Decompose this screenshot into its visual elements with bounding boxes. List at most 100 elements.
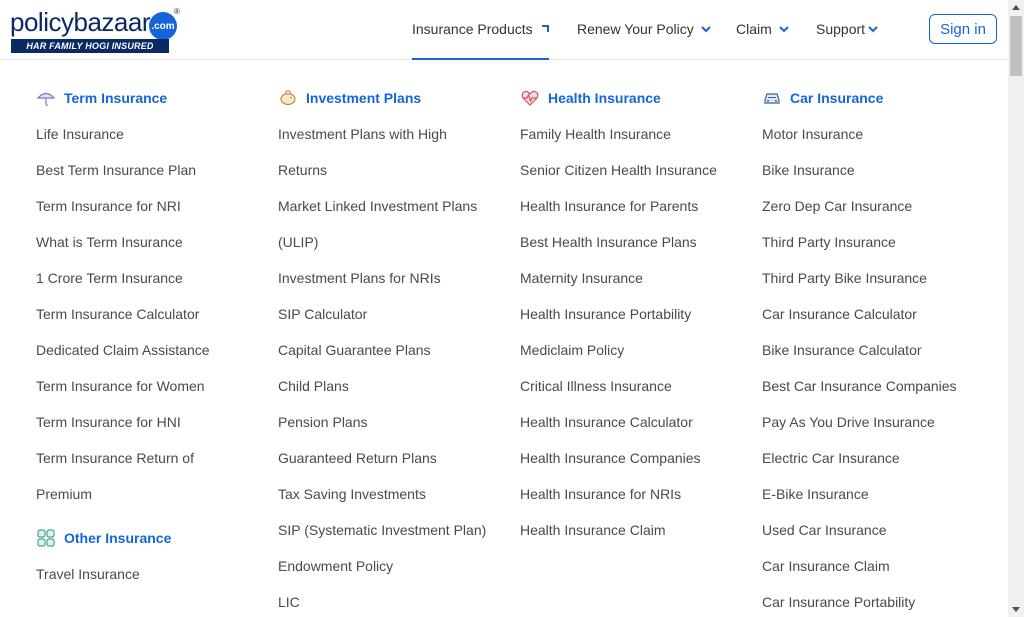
menu-link[interactable]: Best Car Insurance Companies: [762, 368, 992, 404]
car-icon: [762, 88, 782, 108]
menu-link[interactable]: Motor Insurance: [762, 116, 992, 152]
menu-link[interactable]: Mediclaim Policy: [520, 332, 750, 368]
column-heading-investment-plans[interactable]: Investment Plans: [278, 86, 508, 110]
menu-link[interactable]: Family Health Insurance: [520, 116, 750, 152]
menu-link[interactable]: Health Insurance for NRIs: [520, 476, 750, 512]
grid-icon: [36, 528, 56, 548]
column-title: Health Insurance: [548, 90, 661, 106]
menu-link[interactable]: Investment Plans for NRIs: [278, 260, 508, 296]
menu-link[interactable]: Capital Guarantee Plans: [278, 332, 508, 368]
menu-link[interactable]: Term Insurance Calculator: [36, 296, 266, 332]
logo-tagline: HAR FAMILY HOGI INSURED: [11, 39, 169, 53]
column-heading-other-insurance[interactable]: Other Insurance: [36, 526, 266, 550]
menu-link[interactable]: Car Insurance Calculator: [762, 296, 992, 332]
nav-support[interactable]: Support: [816, 18, 879, 40]
menu-link[interactable]: Market Linked Investment Plans: [278, 188, 508, 224]
nav-item-label: Insurance Products: [412, 21, 533, 37]
logo-policy-text: policy: [10, 7, 74, 37]
chevron-down-icon: [868, 26, 878, 33]
column-heading-term-insurance[interactable]: Term Insurance: [36, 86, 266, 110]
menu-link[interactable]: Bike Insurance Calculator: [762, 332, 992, 368]
menu-link[interactable]: Health Insurance Portability: [520, 296, 750, 332]
menu-link[interactable]: Term Insurance for NRI: [36, 188, 266, 224]
menu-link[interactable]: E-Bike Insurance: [762, 476, 992, 512]
menu-link[interactable]: Premium: [36, 476, 266, 512]
menu-link[interactable]: What is Term Insurance: [36, 224, 266, 260]
menu-link[interactable]: Child Plans: [278, 368, 508, 404]
column-title: Car Insurance: [790, 90, 884, 106]
column-title: Other Insurance: [64, 530, 172, 546]
menu-link[interactable]: LIC: [278, 584, 508, 617]
menu-column-term-insurance: Term Insurance Life Insurance Best Term …: [36, 86, 266, 592]
nav-renew-policy[interactable]: Renew Your Policy: [577, 18, 712, 40]
column-title: Term Insurance: [64, 90, 168, 106]
logo-registered-mark: ®: [174, 7, 180, 16]
column-title: Investment Plans: [306, 90, 422, 106]
nav-claim[interactable]: Claim: [736, 18, 790, 40]
other-insurance-links: Travel Insurance: [36, 556, 266, 592]
investment-plans-links: Investment Plans with High Returns Marke…: [278, 116, 508, 617]
menu-link[interactable]: Endowment Policy: [278, 548, 508, 584]
menu-link[interactable]: Electric Car Insurance: [762, 440, 992, 476]
column-heading-health-insurance[interactable]: Health Insurance: [520, 86, 750, 110]
menu-link[interactable]: Car Insurance Portability: [762, 584, 992, 617]
menu-link[interactable]: Investment Plans with High: [278, 116, 508, 152]
column-heading-car-insurance[interactable]: Car Insurance: [762, 86, 992, 110]
menu-link[interactable]: Health Insurance Calculator: [520, 404, 750, 440]
menu-link[interactable]: Used Car Insurance: [762, 512, 992, 548]
umbrella-icon: [36, 88, 56, 108]
health-insurance-links: Family Health Insurance Senior Citizen H…: [520, 116, 750, 548]
scrollbar-thumb[interactable]: [1010, 16, 1022, 76]
menu-column-investment-plans: Investment Plans Investment Plans with H…: [278, 86, 508, 617]
menu-link[interactable]: Car Insurance Claim: [762, 548, 992, 584]
menu-link[interactable]: Tax Saving Investments: [278, 476, 508, 512]
logo-wordmark: policybazaar: [10, 7, 150, 38]
chevron-up-icon: [541, 25, 549, 32]
menu-link[interactable]: Third Party Bike Insurance: [762, 260, 992, 296]
menu-link[interactable]: Bike Insurance: [762, 152, 992, 188]
policybazaar-logo[interactable]: policybazaar .com ® HAR FAMILY HOGI INSU…: [10, 7, 185, 55]
menu-column-car-insurance: Car Insurance Motor Insurance Bike Insur…: [762, 86, 992, 617]
menu-link[interactable]: Term Insurance for HNI: [36, 404, 266, 440]
menu-link[interactable]: SIP Calculator: [278, 296, 508, 332]
term-insurance-links: Life Insurance Best Term Insurance Plan …: [36, 116, 266, 512]
menu-link[interactable]: Health Insurance for Parents: [520, 188, 750, 224]
menu-link[interactable]: Travel Insurance: [36, 556, 266, 592]
menu-link[interactable]: Guaranteed Return Plans: [278, 440, 508, 476]
menu-link[interactable]: Pension Plans: [278, 404, 508, 440]
heartbeat-icon: [520, 88, 540, 108]
scroll-up-arrow-icon[interactable]: [1008, 0, 1024, 14]
piggy-bank-icon: [278, 88, 298, 108]
active-nav-underline: [412, 58, 549, 60]
menu-link[interactable]: Third Party Insurance: [762, 224, 992, 260]
menu-link[interactable]: 1 Crore Term Insurance: [36, 260, 266, 296]
menu-link[interactable]: Life Insurance: [36, 116, 266, 152]
menu-link[interactable]: Best Health Insurance Plans: [520, 224, 750, 260]
menu-link[interactable]: Senior Citizen Health Insurance: [520, 152, 750, 188]
menu-link[interactable]: Pay As You Drive Insurance: [762, 404, 992, 440]
logo-bazaar-text: bazaar: [73, 7, 150, 37]
menu-link[interactable]: Dedicated Claim Assistance: [36, 332, 266, 368]
sign-in-button[interactable]: Sign in: [929, 14, 997, 44]
menu-link[interactable]: Term Insurance for Women: [36, 368, 266, 404]
menu-link[interactable]: (ULIP): [278, 224, 508, 260]
menu-link[interactable]: Health Insurance Companies: [520, 440, 750, 476]
car-insurance-links: Motor Insurance Bike Insurance Zero Dep …: [762, 116, 992, 617]
menu-link[interactable]: Health Insurance Claim: [520, 512, 750, 548]
menu-link[interactable]: Zero Dep Car Insurance: [762, 188, 992, 224]
nav-insurance-products[interactable]: Insurance Products: [412, 18, 551, 40]
menu-link[interactable]: Best Term Insurance Plan: [36, 152, 266, 188]
scroll-down-arrow-icon[interactable]: [1008, 603, 1024, 617]
vertical-scrollbar[interactable]: [1008, 0, 1024, 617]
nav-item-label: Support: [816, 21, 866, 37]
chevron-down-icon: [779, 26, 789, 33]
chevron-down-icon: [701, 26, 711, 33]
nav-item-label: Renew Your Policy: [577, 21, 694, 37]
menu-link[interactable]: Critical Illness Insurance: [520, 368, 750, 404]
nav-item-label: Claim: [736, 21, 772, 37]
menu-link[interactable]: Returns: [278, 152, 508, 188]
menu-link[interactable]: Term Insurance Return of: [36, 440, 266, 476]
menu-link[interactable]: SIP (Systematic Investment Plan): [278, 512, 508, 548]
logo-com-badge: .com: [149, 12, 177, 40]
menu-link[interactable]: Maternity Insurance: [520, 260, 750, 296]
